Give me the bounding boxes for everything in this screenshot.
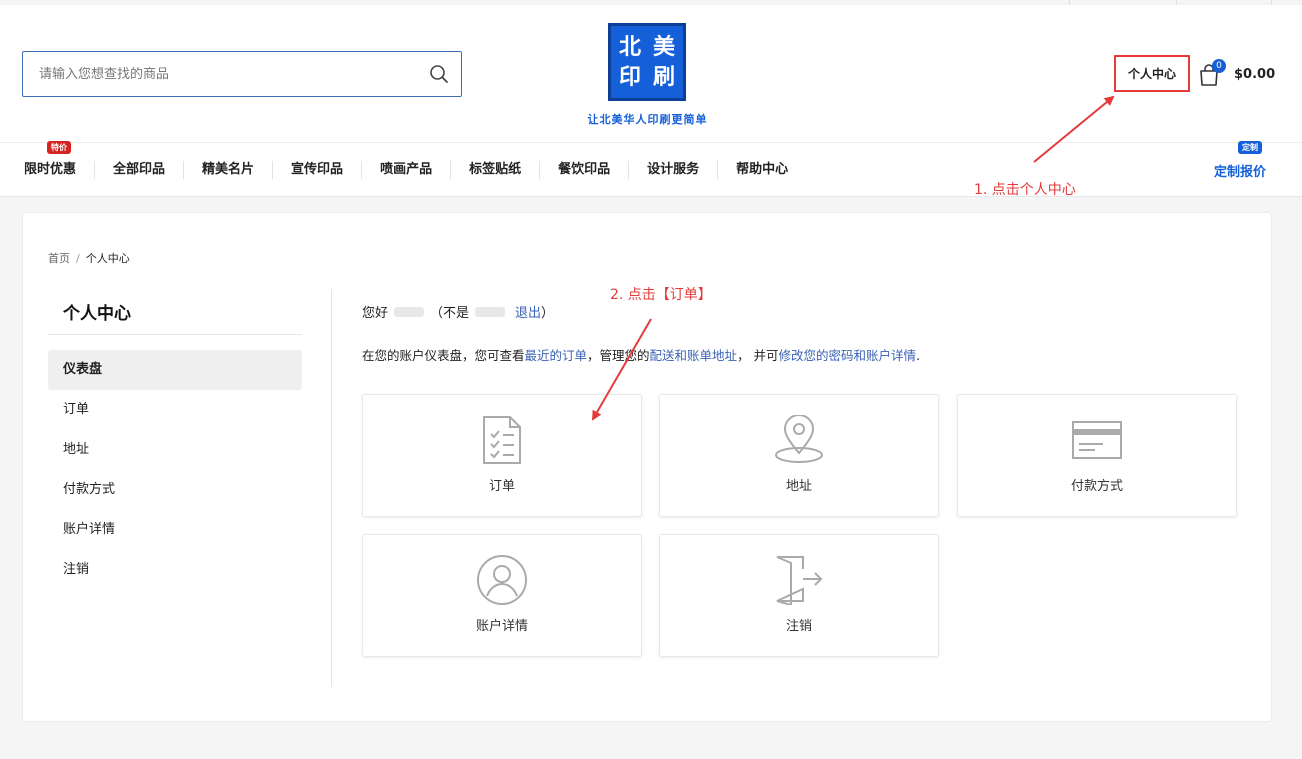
breadcrumb-home[interactable]: 首页 bbox=[48, 252, 70, 265]
sidebar-item-account-details[interactable]: 账户详情 bbox=[48, 510, 302, 550]
tile-logout[interactable]: 注销 bbox=[659, 534, 939, 657]
tile-payment-methods[interactable]: 付款方式 bbox=[957, 394, 1237, 517]
order-list-icon bbox=[482, 413, 522, 467]
intro-text: ，管理您的 bbox=[587, 348, 650, 363]
nav-item-design[interactable]: 设计服务 bbox=[629, 161, 719, 179]
greeting-not-prefix: （不是 bbox=[430, 306, 470, 321]
dashboard-intro: 在您的账户仪表盘，您可查看最近的订单，管理您的配送和账单地址， 并可修改您的密码… bbox=[362, 345, 920, 364]
divider bbox=[48, 334, 302, 335]
main-nav: 限时优惠 全部印品 精美名片 宣传印品 喷画产品 标签贴纸 餐饮印品 设计服务 … bbox=[0, 143, 1302, 197]
logo-tagline: 让北美华人印刷更简单 bbox=[587, 113, 708, 126]
nav-item-banners[interactable]: 喷画产品 bbox=[362, 161, 452, 179]
custom-quote-link[interactable]: 定制报价 bbox=[1214, 161, 1266, 180]
cart-total[interactable]: $0.00 bbox=[1234, 67, 1275, 82]
logo-mark: 北 美 印 刷 bbox=[608, 23, 686, 101]
nav-item-all-products[interactable]: 全部印品 bbox=[95, 161, 185, 179]
sidebar-item-orders[interactable]: 订单 bbox=[48, 390, 302, 430]
recent-orders-link[interactable]: 最近的订单 bbox=[525, 348, 588, 363]
location-pin-icon bbox=[773, 413, 825, 467]
site-logo[interactable]: 北 美 印 刷 让北美华人印刷更简单 bbox=[580, 21, 715, 131]
annotation-step-1: 1. 点击个人中心 bbox=[974, 182, 1076, 198]
breadcrumb-current: 个人中心 bbox=[85, 252, 130, 265]
sidebar-item-payment-methods[interactable]: 付款方式 bbox=[48, 470, 302, 510]
credit-card-icon bbox=[1071, 413, 1123, 467]
tile-label: 账户详情 bbox=[475, 619, 528, 634]
tile-label: 订单 bbox=[488, 479, 515, 494]
redacted-username bbox=[475, 306, 506, 317]
redacted-username bbox=[394, 306, 425, 317]
sidebar-title: 个人中心 bbox=[63, 304, 131, 324]
logo-char: 印 bbox=[618, 64, 641, 90]
logo-char: 美 bbox=[652, 34, 675, 60]
nav-item-business-cards[interactable]: 精美名片 bbox=[184, 161, 274, 179]
greeting: 您好 （不是 退出 ） bbox=[362, 302, 554, 321]
intro-text: 在您的账户仪表盘，您可查看 bbox=[362, 348, 525, 363]
sidebar-item-logout[interactable]: 注销 bbox=[48, 550, 302, 590]
account-details-link[interactable]: 修改您的密码和账户详情 bbox=[779, 348, 917, 363]
nav-item-marketing[interactable]: 宣传印品 bbox=[273, 161, 363, 179]
addresses-link[interactable]: 配送和账单地址 bbox=[650, 348, 738, 363]
search-input[interactable] bbox=[39, 66, 417, 82]
custom-badge: 定制 bbox=[1238, 141, 1262, 154]
divider bbox=[331, 289, 332, 687]
logo-char: 刷 bbox=[652, 64, 675, 90]
annotation-step-2: 2. 点击【订单】 bbox=[610, 287, 712, 303]
account-center-button[interactable]: 个人中心 bbox=[1114, 55, 1190, 92]
search-box bbox=[22, 51, 462, 97]
greeting-not-suffix: ） bbox=[541, 306, 555, 321]
sale-badge: 特价 bbox=[47, 141, 71, 154]
tile-label: 地址 bbox=[785, 479, 812, 494]
cart-icon[interactable]: 0 bbox=[1198, 59, 1226, 87]
tile-addresses[interactable]: 地址 bbox=[659, 394, 939, 517]
nav-item-labels[interactable]: 标签贴纸 bbox=[451, 161, 541, 179]
logout-link[interactable]: 退出 bbox=[515, 302, 541, 321]
nav-item-restaurant[interactable]: 餐饮印品 bbox=[540, 161, 630, 179]
breadcrumb-separator: / bbox=[76, 252, 80, 265]
logo-char: 北 bbox=[618, 34, 641, 60]
intro-text: ， 并可 bbox=[737, 348, 779, 363]
tile-account-details[interactable]: 账户详情 bbox=[362, 534, 642, 657]
nav-item-deals[interactable]: 限时优惠 bbox=[6, 161, 96, 179]
tile-orders[interactable]: 订单 bbox=[362, 394, 642, 517]
tile-label: 付款方式 bbox=[1070, 479, 1123, 494]
search-icon[interactable] bbox=[417, 52, 461, 96]
tile-label: 注销 bbox=[785, 619, 812, 634]
site-header: 北 美 印 刷 让北美华人印刷更简单 个人中心 0 $0.00 bbox=[0, 5, 1302, 143]
sidebar-item-addresses[interactable]: 地址 bbox=[48, 430, 302, 470]
sidebar-item-dashboard[interactable]: 仪表盘 bbox=[48, 350, 302, 390]
nav-item-help[interactable]: 帮助中心 bbox=[718, 161, 806, 179]
breadcrumb: 首页 / 个人中心 bbox=[48, 250, 130, 266]
cart-count-badge: 0 bbox=[1212, 59, 1226, 73]
greeting-prefix: 您好 bbox=[362, 306, 389, 321]
account-sidebar: 仪表盘 订单 地址 付款方式 账户详情 注销 bbox=[48, 350, 302, 590]
user-icon bbox=[476, 553, 528, 607]
logout-door-icon bbox=[773, 553, 825, 607]
intro-text: . bbox=[916, 348, 921, 363]
